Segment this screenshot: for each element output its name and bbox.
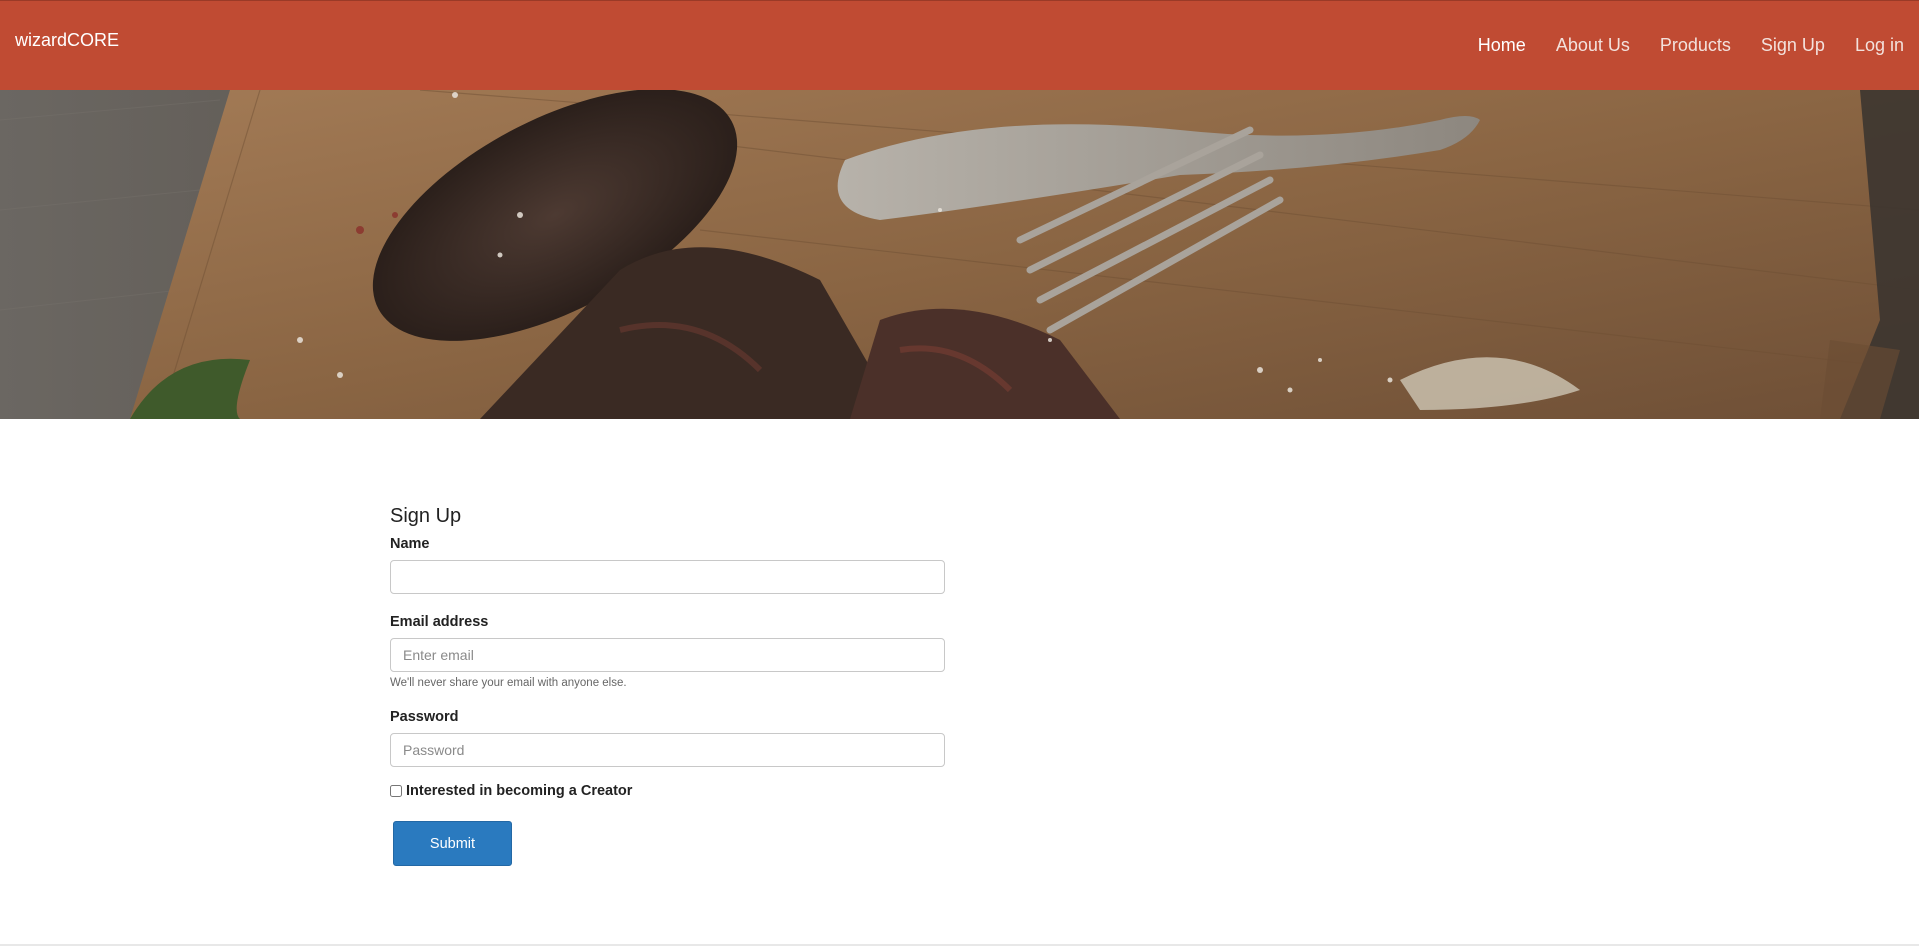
- nav-item-about-us[interactable]: About Us: [1556, 35, 1630, 56]
- form-title: Sign Up: [390, 505, 462, 527]
- email-help-text: We'll never share your email with anyone…: [390, 677, 627, 689]
- submit-button[interactable]: Submit: [393, 821, 512, 866]
- name-input[interactable]: [390, 560, 945, 594]
- nav-item-home[interactable]: Home: [1478, 35, 1526, 56]
- email-group: Email address We'll never share your ema…: [390, 614, 945, 689]
- nav-item-log-in[interactable]: Log in: [1855, 35, 1904, 56]
- creator-checkbox-row: Interested in becoming a Creator: [390, 783, 945, 799]
- sign-up-form: Sign Up Name Email address We'll never s…: [390, 505, 945, 866]
- password-input[interactable]: [390, 733, 945, 767]
- password-group: Password: [390, 709, 945, 767]
- name-group: Name: [390, 536, 945, 594]
- email-input[interactable]: [390, 638, 945, 672]
- steak-board-illustration: [0, 90, 1919, 419]
- hero-banner-image: [0, 90, 1919, 419]
- creator-checkbox[interactable]: [390, 785, 402, 797]
- brand-logo[interactable]: wizardCORE: [15, 30, 119, 51]
- nav-item-products[interactable]: Products: [1660, 35, 1731, 56]
- name-label: Name: [390, 536, 430, 552]
- password-label: Password: [390, 709, 459, 725]
- creator-checkbox-label[interactable]: Interested in becoming a Creator: [406, 783, 632, 799]
- nav-menu: Home About Us Products Sign Up Log in: [1448, 35, 1904, 56]
- email-label: Email address: [390, 614, 489, 630]
- top-navbar: wizardCORE Home About Us Products Sign U…: [0, 0, 1919, 90]
- nav-item-sign-up[interactable]: Sign Up: [1761, 35, 1825, 56]
